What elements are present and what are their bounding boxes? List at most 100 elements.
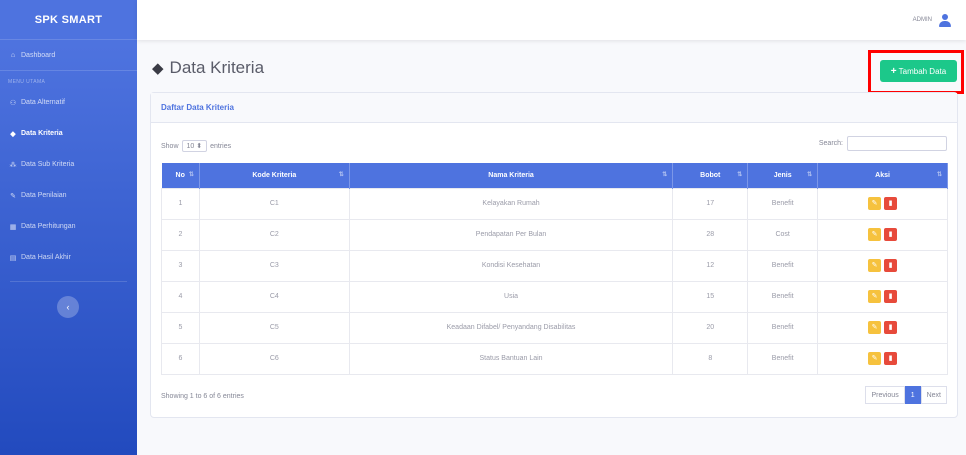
sidebar-item-dashboard[interactable]: ⌂ Dashboard — [0, 40, 137, 71]
column-header-aksi[interactable]: Aksi ⇅ — [817, 163, 948, 188]
brand-logo[interactable]: SPK SMART — [0, 0, 137, 40]
sort-icon: ⇅ — [936, 172, 942, 178]
users-icon: ⚇ — [9, 99, 17, 107]
entries-select[interactable]: 10 ⬍ — [181, 140, 208, 152]
column-header-label: Jenis — [773, 171, 792, 179]
cell-bobot: 8 — [672, 342, 749, 375]
column-header-label: No — [175, 171, 185, 179]
table-info: Showing 1 to 6 of 6 entries — [161, 393, 244, 400]
table-row: 4 C4 Usia 15 Benefit ✎ ▮ — [161, 280, 948, 313]
cell-nama: Pendapatan Per Bulan — [348, 218, 674, 251]
pagination: Previous 1 Next — [865, 386, 947, 404]
cell-no: 6 — [161, 342, 200, 375]
edit-icon: ✎ — [10, 192, 16, 200]
table-row: 1 C1 Kelayakan Rumah 17 Benefit ✎ ▮ — [161, 187, 948, 220]
sidebar-item-label: Data Kriteria — [21, 130, 63, 137]
page-title: ◆ Data Kriteria — [152, 58, 264, 78]
sort-icon: ⇅ — [662, 172, 668, 178]
chart-icon: ▤ — [9, 254, 17, 262]
cell-aksi: ✎ ▮ — [817, 187, 948, 220]
sidebar: SPK SMART ⌂ Dashboard MENU UTAMA ⚇ Data … — [0, 0, 137, 455]
column-header-no[interactable]: No ⇅ — [161, 163, 200, 188]
next-button[interactable]: Next — [920, 386, 947, 404]
criteria-card: Daftar Data Kriteria Show 10 ⬍ entries S… — [150, 92, 958, 418]
delete-button[interactable]: ▮ — [884, 290, 898, 303]
cell-no: 1 — [161, 187, 200, 220]
edit-button[interactable]: ✎ — [868, 352, 882, 365]
delete-button[interactable]: ▮ — [884, 228, 898, 241]
cell-bobot: 17 — [672, 187, 749, 220]
sidebar-item-data-kriteria[interactable]: ◆ Data Kriteria — [0, 118, 137, 149]
cell-kode: C5 — [198, 311, 350, 344]
column-header-label: Nama Kriteria — [488, 171, 534, 179]
cube-icon: ◆ — [10, 130, 16, 138]
cell-no: 2 — [161, 218, 200, 251]
edit-button[interactable]: ✎ — [868, 290, 882, 303]
sidebar-item-data-hasil-akhir[interactable]: ▤ Data Hasil Akhir — [0, 242, 137, 273]
cube-icon: ◆ — [152, 60, 164, 77]
delete-button[interactable]: ▮ — [884, 197, 898, 210]
cell-no: 5 — [161, 311, 200, 344]
plus-icon: + — [890, 65, 897, 77]
cell-aksi: ✎ ▮ — [817, 311, 948, 344]
criteria-table: No ⇅ Kode Kriteria ⇅ Nama Kriteria ⇅ Bobot ⇅… — [161, 163, 948, 375]
sidebar-item-label: Data Perhitungan — [21, 223, 76, 230]
table-row: 3 C3 Kondisi Kesehatan 12 Benefit ✎ ▮ — [161, 249, 948, 282]
column-header-bobot[interactable]: Bobot ⇅ — [672, 163, 749, 188]
edit-button[interactable]: ✎ — [868, 197, 882, 210]
cell-jenis: Cost — [747, 218, 819, 251]
sidebar-item-data-sub-kriteria[interactable]: ⁂ Data Sub Kriteria — [0, 149, 137, 180]
cell-bobot: 20 — [672, 311, 749, 344]
card-title: Daftar Data Kriteria — [151, 93, 957, 123]
show-entries: Show 10 ⬍ entries — [161, 140, 231, 152]
add-data-button[interactable]: + Tambah Data — [880, 60, 957, 82]
sidebar-divider — [10, 281, 127, 282]
home-icon: ⌂ — [10, 51, 16, 59]
entries-value: 10 — [186, 143, 195, 150]
cell-kode: C3 — [198, 249, 350, 282]
entries-label: entries — [210, 142, 232, 150]
search-input[interactable] — [847, 136, 947, 151]
cubes-icon: ⁂ — [9, 161, 17, 169]
cell-nama: Status Bantuan Lain — [348, 342, 674, 375]
page-1-button[interactable]: 1 — [904, 386, 921, 404]
cell-aksi: ✎ ▮ — [817, 280, 948, 313]
sidebar-item-data-perhitungan[interactable]: ▦ Data Perhitungan — [0, 211, 137, 242]
cell-nama: Keadaan Difabel/ Penyandang Disabilitas — [348, 311, 674, 344]
table-row: 2 C2 Pendapatan Per Bulan 28 Cost ✎ ▮ — [161, 218, 948, 251]
cell-nama: Kelayakan Rumah — [348, 187, 674, 220]
user-name[interactable]: ADMIN — [913, 17, 932, 23]
column-header-nama[interactable]: Nama Kriteria ⇅ — [349, 163, 674, 188]
sidebar-item-label: Data Penilaian — [21, 192, 67, 199]
cell-jenis: Benefit — [747, 342, 819, 375]
sort-icon: ⇅ — [338, 172, 344, 178]
search-label: Search: — [818, 140, 843, 147]
column-header-label: Aksi — [875, 171, 890, 179]
table-row: 5 C5 Keadaan Difabel/ Penyandang Disabil… — [161, 311, 948, 344]
cell-aksi: ✎ ▮ — [817, 342, 948, 375]
sidebar-item-data-alternatif[interactable]: ⚇ Data Alternatif — [0, 87, 137, 118]
delete-button[interactable]: ▮ — [884, 259, 898, 272]
delete-button[interactable]: ▮ — [884, 321, 898, 334]
edit-button[interactable]: ✎ — [868, 321, 882, 334]
edit-button[interactable]: ✎ — [868, 228, 882, 241]
previous-button[interactable]: Previous — [865, 386, 905, 404]
sidebar-item-data-penilaian[interactable]: ✎ Data Penilaian — [0, 180, 137, 211]
sidebar-item-label: Data Hasil Akhir — [21, 254, 71, 261]
cell-jenis: Benefit — [747, 280, 819, 313]
column-header-jenis[interactable]: Jenis ⇅ — [747, 163, 819, 188]
column-header-label: Bobot — [700, 171, 721, 179]
cell-kode: C2 — [198, 218, 350, 251]
column-header-kode[interactable]: Kode Kriteria ⇅ — [199, 163, 350, 188]
user-icon[interactable] — [938, 13, 952, 27]
cell-jenis: Benefit — [747, 249, 819, 282]
cell-jenis: Benefit — [747, 187, 819, 220]
cell-bobot: 12 — [672, 249, 749, 282]
cell-kode: C1 — [198, 187, 350, 220]
cell-kode: C4 — [198, 280, 350, 313]
sort-icon: ⇅ — [737, 172, 743, 178]
edit-button[interactable]: ✎ — [868, 259, 882, 272]
delete-button[interactable]: ▮ — [884, 352, 898, 365]
sort-icon: ⇅ — [807, 172, 813, 178]
sidebar-toggle-button[interactable]: ‹ — [57, 296, 79, 318]
